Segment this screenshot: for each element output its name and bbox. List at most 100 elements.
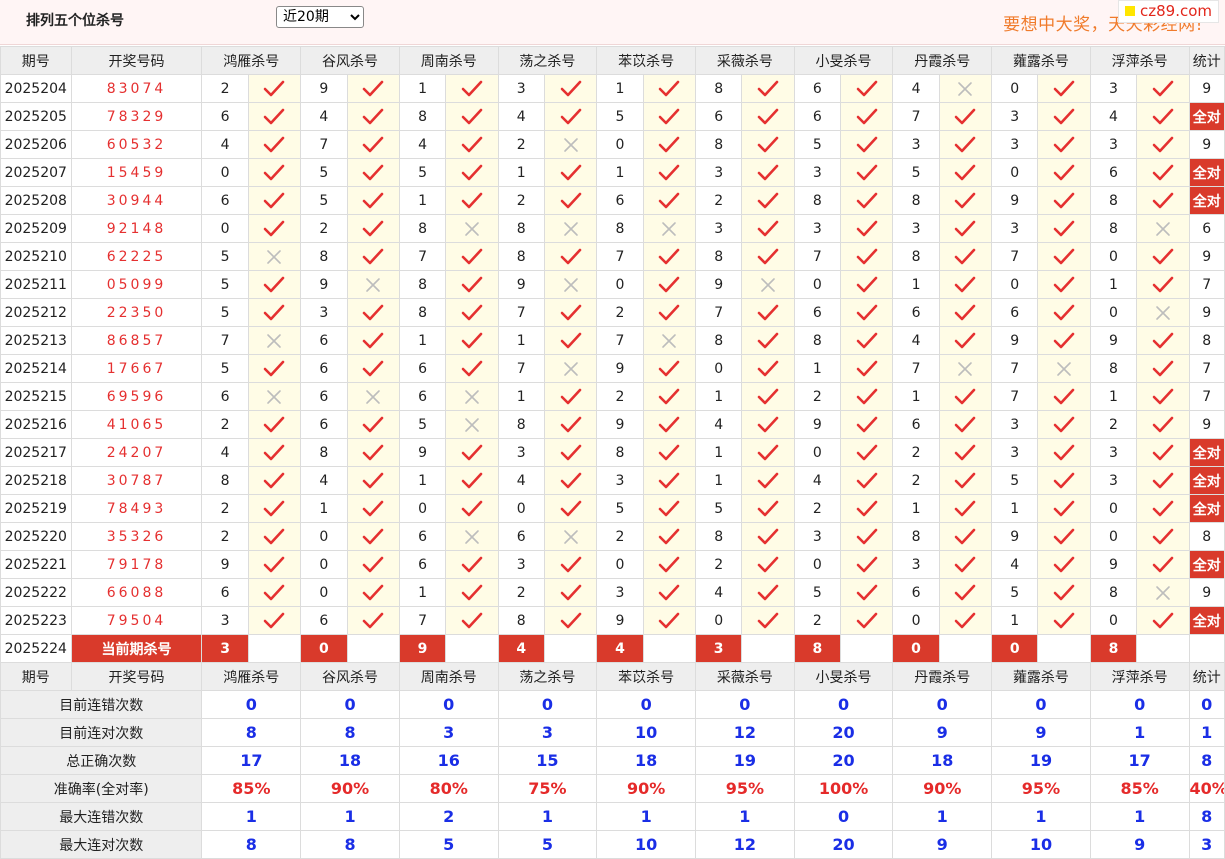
all-correct-badge: 全对 (1188, 102, 1225, 131)
check-icon (264, 528, 285, 544)
kill-number-cell: 6 (892, 578, 940, 607)
check-icon (1053, 136, 1075, 152)
check-icon (560, 584, 581, 600)
result-mark-cell (642, 102, 696, 131)
check-icon (560, 556, 581, 572)
header-expert: 采薇杀号 (694, 46, 795, 75)
table-row: 2025210 62225 5 8 7 8 7 8 7 8 7 0 9 (0, 242, 1225, 271)
result-mark-cell (741, 354, 795, 383)
cross-icon (366, 277, 380, 292)
kill-number-cell: 3 (793, 214, 842, 243)
kill-number-cell: 2 (596, 382, 644, 411)
cross-icon (1156, 585, 1170, 600)
check-icon (264, 192, 285, 208)
period-cell: 2025211 (0, 270, 72, 299)
check-icon (1152, 108, 1174, 124)
kill-number-cell: 3 (497, 74, 545, 103)
kill-number-cell: 3 (892, 550, 940, 579)
kill-number-cell: 4 (892, 326, 940, 355)
check-icon (856, 500, 878, 516)
cross-icon (267, 333, 282, 348)
kill-number-cell: 5 (596, 102, 644, 131)
check-icon (560, 500, 581, 516)
check-icon (856, 332, 878, 348)
result-mark-cell (445, 270, 499, 299)
period-range-select[interactable]: 近20期 (276, 6, 364, 28)
result-mark-cell (445, 438, 499, 467)
result-mark-cell (346, 410, 400, 439)
result-mark-cell (642, 494, 696, 523)
result-mark-cell (741, 550, 795, 579)
result-mark-cell (741, 298, 795, 327)
result-mark-cell (1136, 298, 1190, 327)
result-mark-cell (1037, 242, 1091, 271)
result-mark-cell (445, 578, 499, 607)
summary-value: 10 (991, 830, 1091, 859)
draw-number-cell: 22350 (70, 298, 203, 327)
check-icon (1053, 220, 1075, 236)
header-expert: 苯苡杀号 (596, 662, 696, 691)
kill-number-cell: 1 (1089, 270, 1138, 299)
summary-value: 1 (497, 802, 598, 831)
check-icon (856, 556, 878, 572)
result-mark-cell (543, 466, 598, 495)
kill-number-cell: 8 (497, 410, 545, 439)
kill-number-cell: 8 (497, 606, 545, 635)
check-icon (955, 472, 976, 488)
result-mark-cell (445, 354, 499, 383)
kill-number-cell: 6 (1089, 158, 1138, 187)
result-mark-cell (840, 242, 894, 271)
summary-stat-value: 8 (1188, 746, 1225, 775)
result-mark-cell (741, 466, 795, 495)
result-mark-cell (445, 130, 499, 159)
draw-number-cell: 78329 (70, 102, 203, 131)
kill-number-cell: 1 (694, 438, 743, 467)
result-mark-cell (1136, 242, 1190, 271)
check-icon (461, 360, 483, 376)
page-title: 排列五个位杀号 (26, 13, 124, 29)
kill-number-cell: 2 (1089, 410, 1138, 439)
result-mark-cell (642, 242, 696, 271)
check-icon (757, 136, 779, 152)
kill-number-cell: 8 (892, 186, 940, 215)
check-icon (757, 416, 779, 432)
kill-number-cell: 8 (398, 214, 447, 243)
kill-number-cell: 6 (300, 326, 348, 355)
result-mark-cell (1037, 270, 1091, 299)
kill-number-cell: 2 (694, 550, 743, 579)
result-mark-cell (1136, 410, 1190, 439)
check-icon (658, 164, 680, 180)
summary-value: 0 (596, 690, 696, 719)
kill-number-cell: 3 (300, 298, 348, 327)
current-kill-number: 0 (892, 634, 940, 663)
kill-number-cell: 0 (497, 494, 545, 523)
kill-number-cell: 9 (596, 354, 644, 383)
result-mark-cell (543, 102, 598, 131)
check-icon (856, 80, 878, 96)
kill-number-cell: 6 (892, 410, 940, 439)
draw-number-cell: 41065 (70, 410, 203, 439)
header-expert: 蕹露杀号 (991, 662, 1091, 691)
check-icon (560, 444, 581, 460)
check-icon (1152, 248, 1174, 264)
summary-value: 1 (892, 802, 993, 831)
header-expert: 蕹露杀号 (991, 46, 1091, 75)
check-icon (757, 248, 779, 264)
check-icon (1152, 80, 1174, 96)
check-icon (1053, 192, 1075, 208)
kill-number-cell: 3 (694, 158, 743, 187)
current-kill-number: 0 (300, 634, 348, 663)
kill-number-cell: 6 (694, 102, 743, 131)
result-mark-cell (247, 438, 302, 467)
check-icon (757, 80, 779, 96)
check-icon (560, 248, 581, 264)
kill-number-cell: 0 (991, 158, 1039, 187)
top-bar: 排列五个位杀号 近20期 要想中大奖，天天彩经网! cz89.com (0, 0, 1225, 45)
site-logo[interactable]: cz89.com (1117, 0, 1219, 23)
kill-number-cell: 3 (694, 214, 743, 243)
summary-value: 15 (497, 746, 598, 775)
result-mark-cell (543, 578, 598, 607)
summary-value: 3 (497, 718, 598, 747)
table-row: 2025215 69596 6 6 6 1 2 1 2 1 7 1 7 (0, 382, 1225, 411)
check-icon (856, 304, 878, 320)
